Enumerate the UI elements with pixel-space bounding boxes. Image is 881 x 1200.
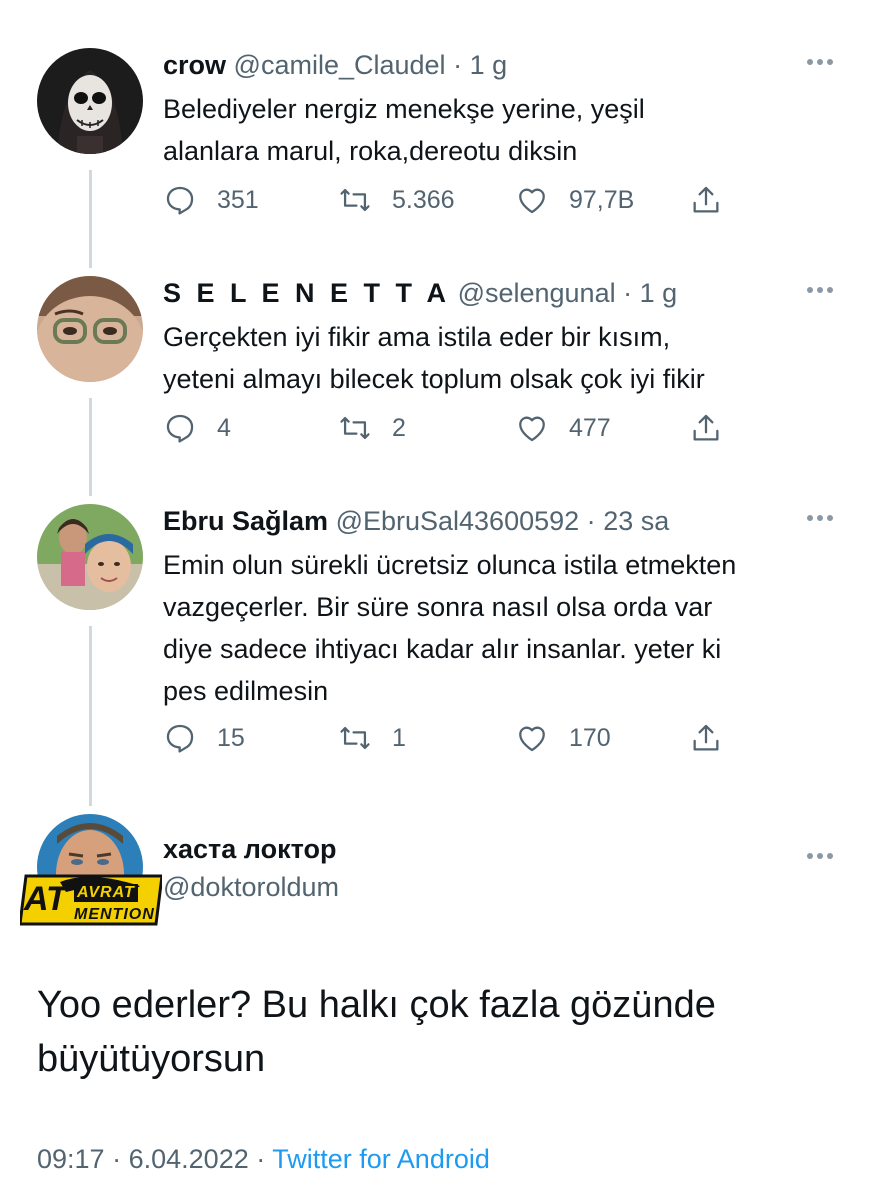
retweet-icon — [340, 188, 370, 212]
like-button[interactable]: 170 — [515, 718, 611, 758]
avatar[interactable] — [37, 504, 143, 610]
source-link[interactable]: Twitter for Android — [272, 1144, 490, 1174]
tweet-actions: 15 1 170 — [163, 718, 743, 758]
reply-button[interactable]: 351 — [163, 180, 259, 220]
tweet-text-line: Belediyeler nergiz menekşe yerine, yeşil — [163, 94, 645, 124]
like-count: 170 — [569, 723, 611, 752]
timestamp[interactable]: 1 g — [640, 278, 678, 308]
reply-icon — [166, 414, 194, 443]
tweet-text-line: yeteni almayı bilecek toplum olsak çok i… — [163, 364, 705, 394]
like-count: 97,7B — [569, 185, 635, 214]
like-icon — [519, 416, 545, 442]
display-name[interactable]: Ebru Sağlam — [163, 506, 328, 536]
retweet-count: 5.366 — [392, 185, 455, 214]
tweet-actions: 4 2 477 — [163, 408, 743, 448]
like-button[interactable]: 97,7B — [515, 180, 634, 220]
reply-count: 15 — [217, 723, 245, 752]
reply-count: 4 — [217, 413, 231, 442]
retweet-count: 1 — [392, 723, 406, 752]
tweet-header: S E L E N E T T A @selengunal · 1 g — [163, 276, 841, 310]
share-icon — [693, 186, 719, 213]
user-handle[interactable]: @camile_Claudel — [234, 50, 446, 80]
user-handle[interactable]: @doktoroldum — [163, 872, 339, 903]
tweet-text-line: pes edilmesin — [163, 676, 329, 706]
like-count: 477 — [569, 413, 611, 442]
more-icon[interactable] — [807, 52, 841, 65]
share-icon — [693, 724, 719, 751]
like-button[interactable]: 477 — [515, 408, 611, 448]
more-icon[interactable] — [807, 508, 841, 521]
reply-icon — [166, 724, 194, 753]
tweet-text: Emin olun sürekli ücretsiz olunca istila… — [163, 544, 841, 712]
share-icon — [693, 414, 719, 441]
share-button[interactable] — [689, 180, 723, 220]
logo-text-bottom: MENTION — [74, 906, 155, 923]
tweet-date[interactable]: 6.04.2022 — [129, 1144, 249, 1174]
tweet-text-line: Gerçekten iyi fikir ama istila eder bir … — [163, 322, 671, 352]
separator: · — [256, 1144, 266, 1174]
avatar[interactable] — [37, 48, 143, 154]
timestamp[interactable]: 1 g — [470, 50, 508, 80]
logo-text-left: AT — [24, 880, 67, 918]
reply-icon — [166, 186, 194, 215]
main-tweet-text: Yoo ederler? Bu halkı çok fazla gözünde … — [37, 978, 841, 1086]
retweet-button[interactable]: 1 — [338, 718, 406, 758]
separator: · — [453, 50, 463, 80]
more-icon[interactable] — [807, 846, 841, 859]
reply-button[interactable]: 4 — [163, 408, 231, 448]
tweet-text: Gerçekten iyi fikir ama istila eder bir … — [163, 316, 841, 400]
like-icon — [519, 726, 545, 752]
retweet-button[interactable]: 2 — [338, 408, 406, 448]
avatar[interactable] — [37, 276, 143, 382]
retweet-count: 2 — [392, 413, 406, 442]
tweet-meta: 09:17 · 6.04.2022 · Twitter for Android — [37, 1144, 490, 1175]
tweet-text-line: büyütüyorsun — [37, 1038, 266, 1080]
tweet-text-line: alanlara marul, roka,dereotu diksin — [163, 136, 578, 166]
timestamp[interactable]: 23 sa — [603, 506, 669, 536]
display-name[interactable]: хаста локтор — [163, 834, 336, 865]
tweet-text-line: vazgeçerler. Bir süre sonra nasıl olsa o… — [163, 592, 713, 622]
like-icon — [519, 188, 545, 214]
user-handle[interactable]: @EbruSal43600592 — [336, 506, 580, 536]
tweet-text-line: Emin olun sürekli ücretsiz olunca istila… — [163, 550, 737, 580]
tweet-text: Belediyeler nergiz menekşe yerine, yeşil… — [163, 88, 841, 172]
tweet-text-line: diye sadece ihtiyacı kadar alır insanlar… — [163, 634, 722, 664]
tweet-actions: 351 5.366 97,7B — [163, 180, 743, 220]
tweet-time[interactable]: 09:17 — [37, 1144, 105, 1174]
retweet-icon — [340, 726, 370, 750]
user-handle[interactable]: @selengunal — [458, 278, 616, 308]
tweet-header: Ebru Sağlam @EbruSal43600592 · 23 sa — [163, 504, 841, 538]
tweet-text-line: Yoo ederler? Bu halkı çok fazla gözünde — [37, 984, 716, 1026]
retweet-button[interactable]: 5.366 — [338, 180, 455, 220]
tweet-header: crow @camile_Claudel · 1 g — [163, 48, 841, 82]
more-icon[interactable] — [807, 280, 841, 293]
share-button[interactable] — [689, 718, 723, 758]
main-tweet-header: AT AVRAT MENTION хаста локтор @doktorold… — [0, 814, 881, 952]
separator: · — [112, 1144, 122, 1174]
separator: · — [623, 278, 633, 308]
logo-text-top: AVRAT — [74, 884, 138, 902]
reply-count: 351 — [217, 185, 259, 214]
display-name[interactable]: S E L E N E T T A — [163, 278, 450, 308]
retweet-icon — [340, 416, 370, 440]
reply-button[interactable]: 15 — [163, 718, 245, 758]
separator: · — [586, 506, 596, 536]
share-button[interactable] — [689, 408, 723, 448]
display-name[interactable]: crow — [163, 50, 226, 80]
